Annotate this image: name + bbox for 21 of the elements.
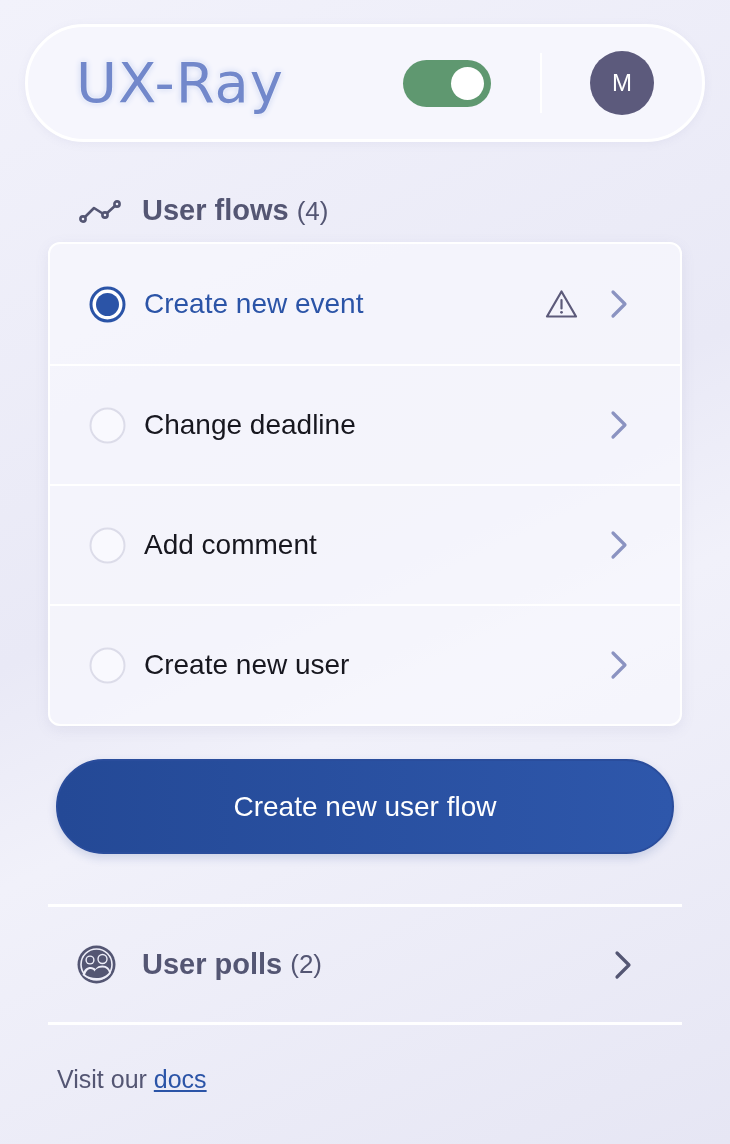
- chevron-right-icon: [610, 650, 628, 680]
- docs-link[interactable]: docs: [153, 1065, 207, 1093]
- chevron-right-icon: [610, 530, 628, 560]
- flow-item[interactable]: Create new user: [50, 604, 680, 724]
- footer-text: Visit our docs: [57, 1064, 208, 1095]
- trend-line-icon: [78, 198, 123, 224]
- avatar[interactable]: M: [590, 51, 654, 115]
- item-count: (4): [296, 194, 329, 228]
- flow-item[interactable]: Change deadline: [50, 364, 680, 484]
- logo: UX-Ray: [76, 53, 284, 113]
- people-icon: [76, 944, 117, 985]
- radio-button[interactable]: [89, 285, 126, 323]
- flow-item[interactable]: Create new event: [50, 244, 680, 364]
- toggle-switch[interactable]: [403, 59, 491, 107]
- flow-item[interactable]: Add comment: [50, 484, 680, 604]
- section-title: User flows: [142, 193, 289, 229]
- user-polls-row[interactable]: User polls (2): [48, 907, 682, 1022]
- chevron-right-icon: [610, 289, 628, 319]
- chevron-right-icon: [610, 410, 628, 440]
- create-user-flow-button[interactable]: Create new user flow: [56, 759, 674, 854]
- chevron-right-icon: [614, 949, 632, 980]
